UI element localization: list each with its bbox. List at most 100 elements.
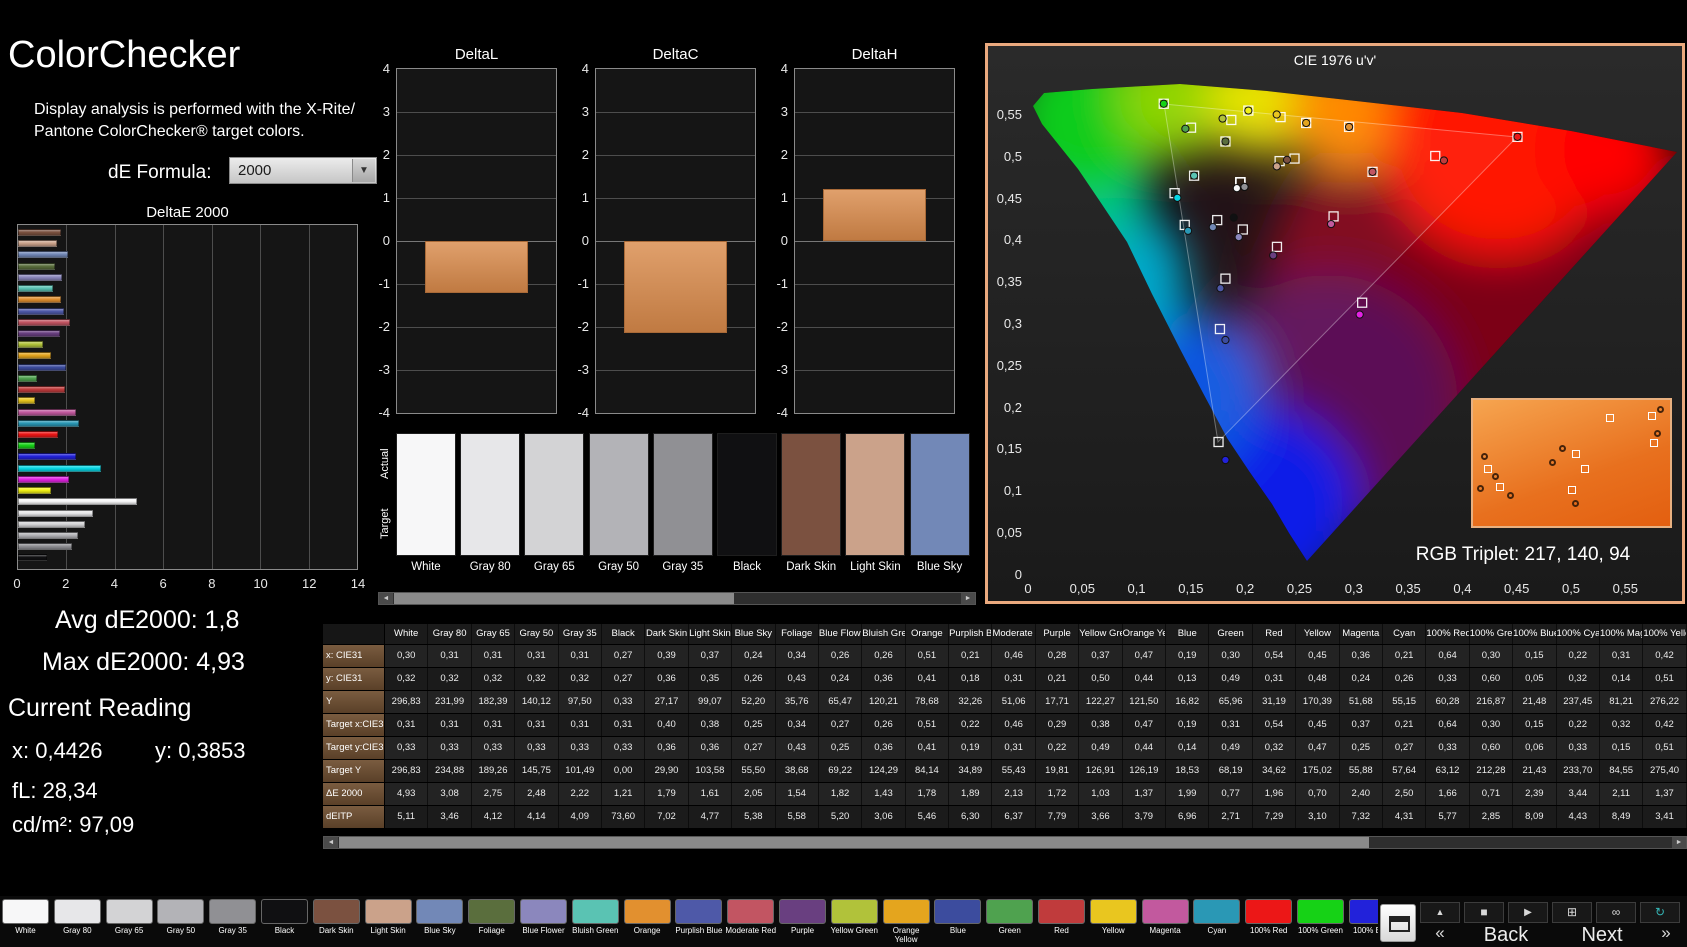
play-icon[interactable]: ▶: [1508, 902, 1548, 923]
de-formula-dropdown[interactable]: 2000 ▼: [229, 157, 377, 184]
table-cell: 7,32: [1340, 806, 1383, 828]
sync-icon[interactable]: ↻: [1640, 902, 1680, 923]
table-header-cell: 100% Red: [1426, 624, 1470, 644]
chevron-next-button[interactable]: »: [1646, 922, 1686, 944]
table-cell: 0,50: [1079, 668, 1123, 690]
chevron-prev-button[interactable]: «: [1420, 922, 1460, 944]
eject-icon[interactable]: ▲: [1420, 902, 1460, 923]
measured-marker: [1476, 484, 1484, 492]
scrollbar-thumb[interactable]: [339, 837, 1369, 848]
measured-marker: [1272, 110, 1281, 119]
toolbar-patch-button[interactable]: [779, 899, 826, 924]
one-to-one-icon[interactable]: ⊞: [1552, 902, 1592, 923]
table-header-cell: Purplish Blue: [949, 624, 993, 644]
swatch-strip-scrollbar[interactable]: ◄ ►: [378, 592, 976, 605]
toolbar-patch-label: 100% Green: [1298, 926, 1343, 935]
back-button[interactable]: Back: [1464, 924, 1548, 947]
toolbar-patch-button[interactable]: [1141, 899, 1189, 924]
gridline: [795, 284, 954, 285]
table-cell: 2,75: [472, 783, 516, 805]
table-cell: 0,31: [385, 714, 429, 736]
toolbar-patch-button[interactable]: [312, 899, 360, 924]
table-cell: 1,37: [1123, 783, 1167, 805]
toolbar-patch-button[interactable]: [1245, 899, 1293, 924]
toolbar-patch-button[interactable]: [1297, 899, 1344, 924]
scroll-right-icon[interactable]: ►: [1672, 837, 1686, 848]
toolbar-patch-button[interactable]: [1089, 899, 1137, 924]
target-marker: [1647, 411, 1656, 420]
infinity-icon[interactable]: ∞: [1596, 902, 1636, 923]
table-cell: 65,96: [1209, 691, 1253, 713]
stop-icon[interactable]: ■: [1464, 902, 1504, 923]
toolbar-patch-button[interactable]: [623, 899, 671, 924]
table-cell: 0,46: [992, 714, 1036, 736]
toolbar-patch-button[interactable]: [468, 899, 516, 924]
measured-marker: [1189, 171, 1199, 180]
toolbar-patch-button[interactable]: [105, 899, 153, 924]
table-scrollbar[interactable]: ◄ ►: [323, 836, 1687, 849]
table-cell: 0,21: [1383, 645, 1427, 667]
toolbar-patch-button[interactable]: [571, 899, 619, 924]
patch-swatch[interactable]: [781, 433, 842, 556]
patch-swatch[interactable]: [396, 433, 456, 556]
scroll-left-icon[interactable]: ◄: [324, 837, 338, 848]
axis-tick-label: 0,55: [996, 107, 1022, 122]
table-cell: 51,68: [1340, 691, 1383, 713]
toolbar-patch-button[interactable]: [364, 899, 412, 924]
patch-swatch[interactable]: [845, 433, 906, 556]
axis-tick-label: 1: [780, 190, 788, 205]
table-cell: 3,46: [428, 806, 472, 828]
next-button[interactable]: Next: [1560, 924, 1644, 947]
gridline: [308, 225, 310, 569]
table-cell: 0,45: [1296, 645, 1340, 667]
toolbar-patch-button[interactable]: [520, 899, 567, 924]
toolbar-patch-button[interactable]: [261, 899, 308, 924]
scroll-left-icon[interactable]: ◄: [379, 593, 393, 604]
toolbar-patch-button[interactable]: [934, 899, 982, 924]
toolbar-patch-label: Dark Skin: [318, 926, 354, 935]
table-cell: 0,47: [1123, 645, 1167, 667]
toolbar-patch-button[interactable]: [53, 899, 101, 924]
toolbar-patch-button[interactable]: [416, 899, 464, 924]
axis-tick-label: -2: [776, 319, 788, 334]
toolbar-patch-button[interactable]: [830, 899, 878, 924]
table-cell: 5,20: [819, 806, 863, 828]
deltae-bar: [18, 307, 64, 315]
patch-swatch[interactable]: [652, 433, 713, 556]
deltae-bar: [18, 296, 62, 304]
toolbar-patch-button[interactable]: [1038, 899, 1085, 924]
target-marker: [1606, 414, 1614, 423]
table-cell: 52,20: [732, 691, 776, 713]
table-cell: 0,31: [515, 645, 559, 667]
table-header-cell: Orange: [906, 624, 950, 644]
toolbar-patch-button[interactable]: [986, 899, 1034, 924]
toolbar-patch-label: Blue Flower: [522, 926, 565, 935]
toolbar-patch-button[interactable]: [882, 899, 930, 924]
table-cell: 1,96: [1253, 783, 1297, 805]
patch-swatch[interactable]: [460, 433, 521, 556]
table-cell: 170,39: [1296, 691, 1340, 713]
table-cell: 0,15: [1513, 714, 1557, 736]
table-cell: 0,51: [906, 714, 950, 736]
toolbar-patch-button[interactable]: [2, 899, 49, 924]
measured-marker: [1653, 429, 1661, 437]
table-cell: 0,06: [1513, 737, 1557, 759]
toolbar-patch-button[interactable]: [727, 899, 775, 924]
axis-tick-label: 0,35: [1395, 581, 1421, 596]
table-cell: 3,44: [1557, 783, 1600, 805]
deltae-bar: [18, 374, 37, 382]
table-cell: 6,96: [1166, 806, 1210, 828]
patch-swatch[interactable]: [588, 433, 649, 556]
layout-button[interactable]: [1380, 904, 1416, 942]
table-cell: 276,22: [1643, 691, 1687, 713]
toolbar-patch-button[interactable]: [157, 899, 205, 924]
table-cell: 84,55: [1600, 760, 1644, 782]
patch-swatch[interactable]: [524, 433, 585, 556]
toolbar-patch-button[interactable]: [1193, 899, 1241, 924]
table-cell: 0,60: [1470, 737, 1514, 759]
toolbar-patch-button[interactable]: [675, 899, 723, 924]
toolbar-patch-button[interactable]: [209, 899, 257, 924]
table-row: dEITP 5,11 3,46 4,12 4,14 4,09 73,60 7,02 4,77 5,…: [323, 806, 1687, 829]
patch-swatch[interactable]: [717, 433, 777, 556]
scrollbar-thumb[interactable]: [394, 593, 734, 604]
